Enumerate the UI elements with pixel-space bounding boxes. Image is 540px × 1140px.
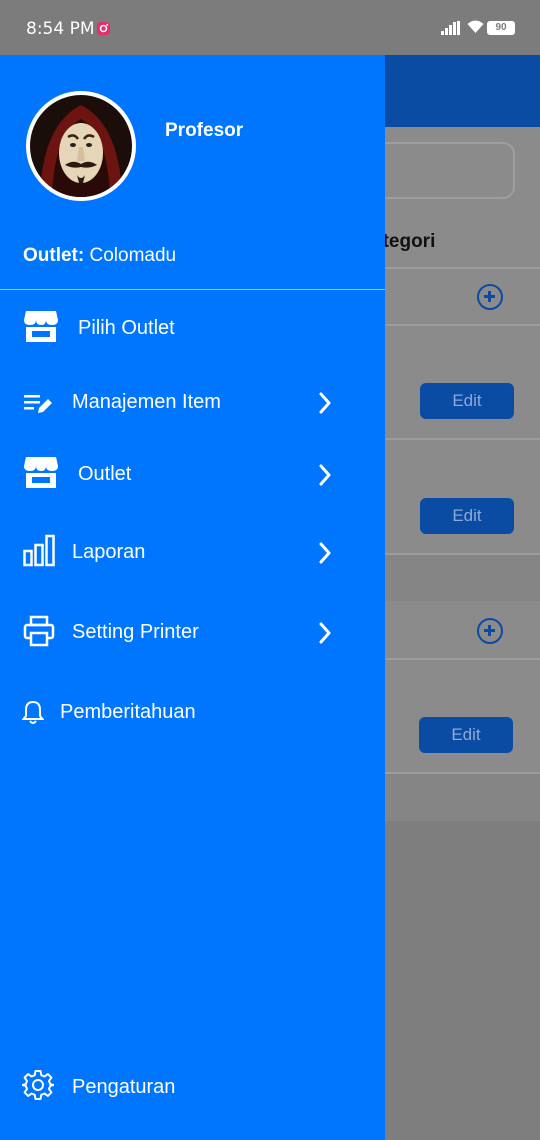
chevron-right-icon (319, 542, 331, 564)
instagram-icon (96, 21, 111, 36)
menu-item-laporan[interactable]: Laporan (0, 523, 385, 583)
status-time: 8:54 PM (26, 19, 95, 39)
store-icon (24, 457, 58, 488)
chevron-right-icon (319, 464, 331, 486)
menu-label: Pengaturan (72, 1076, 176, 1098)
current-outlet: Outlet: Colomadu (23, 245, 176, 267)
signal-icon (441, 21, 460, 35)
outlet-value: Colomadu (89, 245, 177, 266)
menu-item-pilih-outlet[interactable]: Pilih Outlet (0, 299, 385, 359)
edit-button: Edit (419, 717, 513, 753)
status-bar: 8:54 PM 90 (0, 0, 540, 55)
wifi-icon (467, 20, 484, 33)
menu-item-pengaturan[interactable]: Pengaturan (0, 1055, 385, 1115)
printer-icon (23, 615, 55, 647)
bell-icon (22, 700, 44, 724)
outlet-label: Outlet: (23, 245, 85, 266)
edit-list-icon (24, 395, 52, 413)
battery-level: 90 (495, 22, 507, 33)
battery-icon: 90 (487, 21, 515, 35)
menu-label: Outlet (78, 463, 132, 485)
menu-label: Pilih Outlet (78, 317, 175, 339)
menu-item-setting-printer[interactable]: Setting Printer (0, 603, 385, 663)
user-name: Profesor (165, 120, 244, 141)
edit-button: Edit (420, 383, 514, 419)
menu-label: Pemberitahuan (60, 701, 196, 723)
chevron-right-icon (319, 622, 331, 644)
add-icon (477, 284, 503, 310)
menu-label: Manajemen Item (72, 391, 221, 413)
menu-label: Setting Printer (72, 621, 199, 643)
menu-item-manajemen-item[interactable]: Manajemen Item (0, 373, 385, 433)
bar-chart-icon (23, 534, 55, 567)
chevron-right-icon (319, 392, 331, 414)
store-icon (24, 311, 58, 342)
avatar-image (30, 95, 132, 197)
menu-label: Laporan (72, 541, 146, 563)
add-icon (477, 618, 503, 644)
menu-item-pemberitahuan[interactable]: Pemberitahuan (0, 683, 385, 743)
avatar[interactable] (26, 91, 136, 201)
navigation-drawer: Profesor Outlet: Colomadu Pilih Outlet M… (0, 55, 385, 1140)
mask-avatar-icon (30, 95, 132, 197)
edit-button: Edit (420, 498, 514, 534)
gear-icon (22, 1070, 54, 1100)
menu-item-outlet[interactable]: Outlet (0, 445, 385, 505)
drawer-divider (0, 289, 385, 290)
